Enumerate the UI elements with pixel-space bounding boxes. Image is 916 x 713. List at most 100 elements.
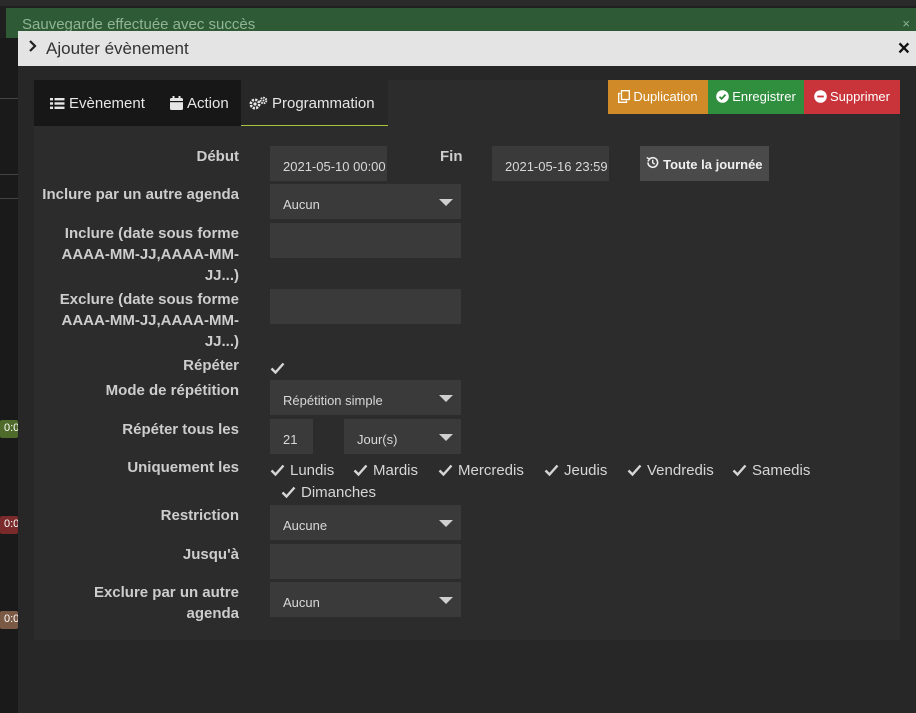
exclude-dates-label: Exclure (date sous forme AAAA-MM-JJ,AAAA… (34, 289, 239, 352)
check-icon (732, 463, 747, 477)
calendar-icon (170, 95, 187, 112)
check-icon (438, 463, 453, 477)
dropdown-arrow-icon (439, 395, 453, 402)
day-checkbox-samedis[interactable]: Samedis (732, 462, 810, 479)
delete-button[interactable]: Supprimer (804, 80, 900, 114)
background-divider (0, 98, 18, 99)
background-sidebar: 0:0 0:0 0:0 (0, 38, 19, 713)
repeat-unit-select[interactable]: Jour(s) (344, 419, 461, 454)
dropdown-arrow-icon (439, 434, 453, 441)
repeat-every-input[interactable]: 21 (270, 419, 313, 454)
day-checkbox-jeudis[interactable]: Jeudis (544, 462, 607, 479)
dropdown-arrow-icon (439, 199, 453, 206)
repeat-mode-value: Répétition simple (283, 393, 383, 408)
tab-action[interactable]: Action (170, 80, 250, 126)
only-days-label: Uniquement les (127, 459, 239, 476)
chevron-right-icon (28, 39, 38, 57)
modal-title: Ajouter évènement (46, 39, 189, 58)
background-chip: 0:0 (0, 420, 19, 438)
day-label: Mardis (373, 462, 419, 479)
repeat-unit-value: Jour(s) (357, 432, 398, 447)
include-dates-label-line: Inclure (date sous forme (64, 225, 239, 242)
include-dates-label-line: JJ...) (204, 267, 239, 284)
start-date-input[interactable]: 2021-05-10 00:00 (270, 146, 387, 181)
repeat-label: Répéter (183, 357, 239, 374)
toast-close-button[interactable]: × (902, 16, 910, 31)
modal-header: Ajouter évènement × (18, 31, 916, 66)
restriction-select[interactable]: Aucune (270, 505, 461, 540)
check-icon (627, 463, 642, 477)
include-dates-label-line: AAAA-MM-JJ,AAAA-MM- (61, 246, 239, 263)
exclude-agenda-value: Aucun (283, 595, 320, 610)
tab-programmation[interactable]: Programmation (241, 80, 388, 126)
day-checkbox-mercredis[interactable]: Mercredis (438, 462, 524, 479)
exclude-dates-input[interactable] (270, 289, 461, 324)
include-agenda-value: Aucun (283, 197, 320, 212)
exclude-agenda-label-line: Exclure par un autre (93, 584, 239, 601)
exclude-dates-label-line: Exclure (date sous forme (59, 291, 239, 308)
dropdown-arrow-icon (439, 520, 453, 527)
day-checkbox-vendredis[interactable]: Vendredis (627, 462, 714, 479)
modal-close-button[interactable]: × (898, 37, 910, 61)
history-icon (646, 156, 659, 172)
include-dates-label: Inclure (date sous forme AAAA-MM-JJ,AAAA… (34, 223, 239, 286)
end-date-input[interactable]: 2021-05-16 23:59 (492, 146, 609, 181)
check-icon (270, 361, 285, 375)
event-panel: Evènement Action Programmation Duplicati… (34, 80, 900, 640)
repeat-every-label: Répéter tous les (122, 421, 239, 438)
background-chip: 0:0 (0, 516, 19, 534)
exclude-agenda-label-line: agenda (186, 605, 239, 622)
tab-bar: Evènement Action Programmation (34, 80, 388, 126)
all-day-label: Toute la journée (663, 157, 763, 172)
day-checkbox-mardis[interactable]: Mardis (353, 462, 418, 479)
background-divider (0, 174, 18, 175)
save-button[interactable]: Enregistrer (708, 80, 804, 114)
check-icon (270, 463, 285, 477)
day-label: Lundis (290, 462, 335, 479)
check-icon (353, 463, 368, 477)
exclude-agenda-select[interactable]: Aucun (270, 582, 461, 617)
until-date-input[interactable] (270, 544, 461, 579)
day-label: Jeudis (564, 462, 608, 479)
include-agenda-label: Inclure par un autre agenda (42, 186, 239, 203)
restriction-label: Restriction (160, 507, 239, 524)
save-label: Enregistrer (732, 89, 796, 104)
background-divider (0, 198, 18, 199)
check-icon (281, 485, 296, 499)
dropdown-arrow-icon (439, 597, 453, 604)
exclude-dates-label-line: AAAA-MM-JJ,AAAA-MM- (61, 312, 239, 329)
start-label: Début (196, 148, 240, 165)
gears-icon (249, 95, 272, 112)
repeat-mode-label: Mode de répétition (105, 382, 239, 399)
delete-label: Supprimer (830, 89, 890, 104)
check-icon (544, 463, 559, 477)
copy-icon (618, 89, 633, 104)
include-dates-input[interactable] (270, 223, 461, 258)
tab-event[interactable]: Evènement (50, 80, 160, 126)
until-label: Jusqu'à (182, 546, 239, 563)
exclude-dates-label-line: JJ...) (204, 333, 239, 350)
day-label: Mercredis (458, 462, 524, 479)
day-label: Vendredis (647, 462, 714, 479)
all-day-button[interactable]: Toute la journée (640, 146, 769, 181)
background-topbar (0, 0, 916, 6)
day-label: Dimanches (301, 484, 377, 501)
day-checkbox-lundis[interactable]: Lundis (270, 462, 334, 479)
repeat-checkbox[interactable] (270, 360, 290, 377)
day-label: Samedis (752, 462, 811, 479)
tab-label: Evènement (69, 95, 145, 112)
list-icon (50, 95, 69, 112)
check-circle-icon (716, 89, 732, 104)
add-event-modal: Ajouter évènement × Evènement Action Pro… (18, 31, 916, 713)
duplicate-button[interactable]: Duplication (608, 80, 708, 114)
background-chip: 0:0 (0, 611, 19, 629)
duplicate-label: Duplication (633, 89, 698, 104)
tab-label: Programmation (272, 95, 375, 112)
tab-label: Action (187, 95, 229, 112)
exclude-agenda-label: Exclure par un autre agenda (34, 582, 239, 624)
restriction-value: Aucune (283, 518, 328, 533)
repeat-mode-select[interactable]: Répétition simple (270, 380, 461, 415)
include-agenda-select[interactable]: Aucun (270, 184, 461, 219)
day-checkbox-dimanches[interactable]: Dimanches (281, 484, 376, 501)
minus-circle-icon (814, 89, 830, 104)
